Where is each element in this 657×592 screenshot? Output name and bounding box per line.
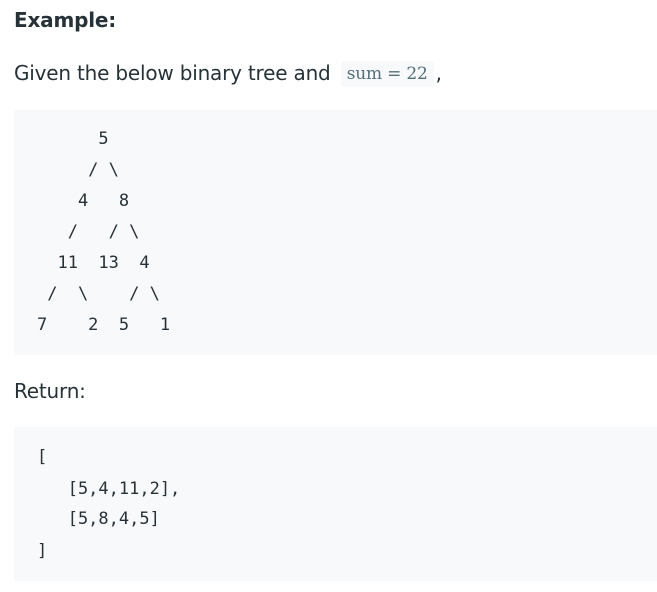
return-label: Return: bbox=[14, 379, 86, 403]
example-heading: Example: bbox=[14, 8, 117, 32]
tree-line: / / \ bbox=[37, 222, 140, 242]
tree-line: 7 2 5 1 bbox=[37, 315, 171, 335]
tree-line: 11 13 4 bbox=[37, 253, 150, 273]
tree-line: / \ bbox=[37, 160, 119, 180]
tree-code-block: 5 / \ 4 8 / / \ 11 13 4 / \ / \ 7 2 5 1 bbox=[14, 110, 657, 355]
tree-line: 5 bbox=[37, 129, 109, 149]
tree-line: 4 8 bbox=[37, 191, 130, 211]
problem-description: Given the below binary tree and sum = 22… bbox=[14, 59, 442, 87]
result-code-block: [ [5,4,11,2], [5,8,4,5] ] bbox=[14, 427, 657, 581]
description-text: Given the below binary tree and bbox=[14, 61, 331, 85]
result-line: [ bbox=[37, 447, 48, 467]
description-trailing: , bbox=[435, 61, 442, 85]
tree-line: / \ / \ bbox=[37, 284, 160, 304]
result-line: [5,4,11,2], bbox=[37, 479, 181, 499]
result-line: ] bbox=[37, 541, 48, 561]
sum-code: sum = 22 bbox=[340, 61, 434, 87]
result-line: [5,8,4,5] bbox=[37, 509, 160, 529]
